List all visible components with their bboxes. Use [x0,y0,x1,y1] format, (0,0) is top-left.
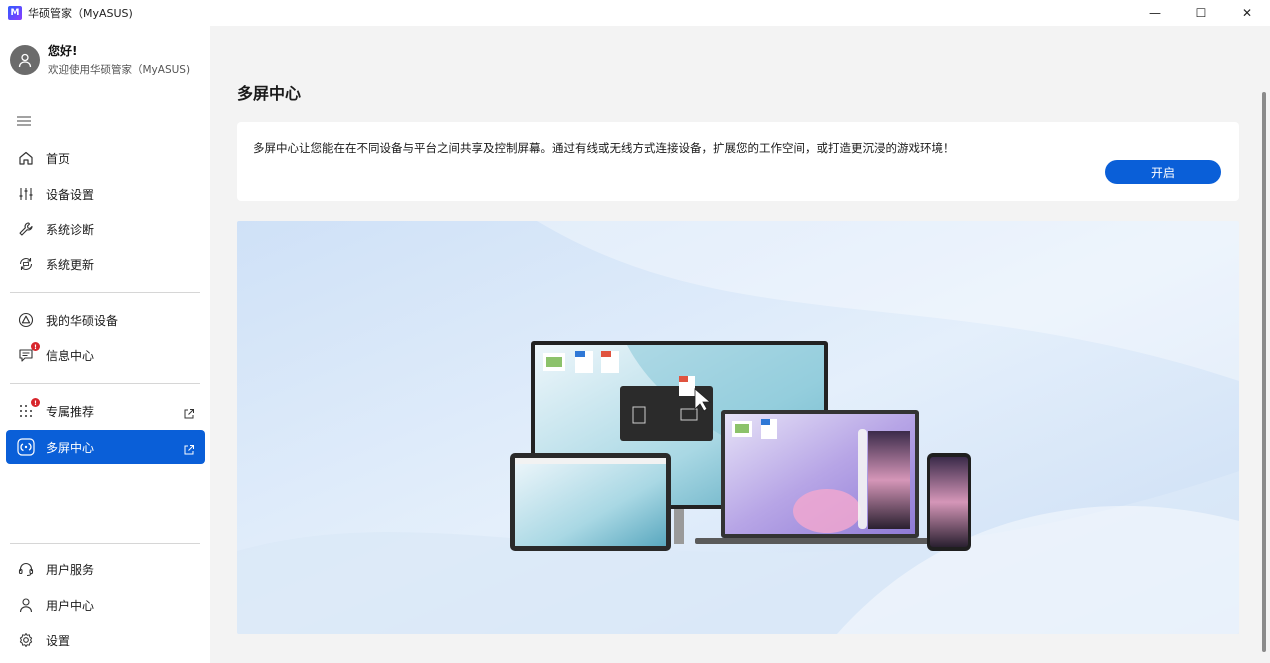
sidebar-item-label: 首页 [46,151,71,166]
sidebar-item-label: 设置 [46,633,71,648]
info-card: 多屏中心让您能在在不同设备与平台之间共享及控制屏幕。通过有线或无线方式连接设备，… [237,122,1239,201]
sidebar-item-label: 多屏中心 [46,440,95,455]
sidebar-item-label: 信息中心 [46,348,95,363]
multiscreen-icon [16,437,36,457]
window-controls: — ☐ ✕ [1132,0,1270,26]
hero-illustration [237,221,1239,634]
external-link-icon [183,441,195,455]
sidebar-item-settings[interactable]: 设置 [6,623,205,657]
sidebar-item-device-settings[interactable]: 设备设置 [6,177,205,211]
sidebar-item-user-center[interactable]: 用户中心 [6,588,205,622]
user-icon [16,595,36,615]
headset-icon [16,559,36,579]
sidebar-item-label: 用户服务 [46,562,95,577]
sidebar-item-system-update[interactable]: 系统更新 [6,247,205,281]
sidebar-divider [10,292,200,293]
welcome-text: 欢迎使用华硕管家（MyASUS) [48,64,191,76]
sliders-icon [16,184,36,204]
external-link-icon [183,405,195,419]
feature-description: 多屏中心让您能在在不同设备与平台之间共享及控制屏幕。通过有线或无线方式连接设备，… [253,141,955,155]
sidebar-divider [10,543,200,544]
sidebar-item-my-devices[interactable]: 我的华硕设备 [6,303,205,337]
notification-badge: ! [31,342,40,351]
profile[interactable]: 您好! 欢迎使用华硕管家（MyASUS) [10,42,190,77]
sidebar-item-diagnostics[interactable]: 系统诊断 [6,212,205,246]
sidebar-item-home[interactable]: 首页 [6,141,205,175]
message-icon: ! [16,342,40,365]
notification-badge: ! [31,398,40,407]
sidebar-item-label: 系统更新 [46,257,95,272]
sidebar-item-label: 设备设置 [46,187,95,202]
sidebar-item-label: 用户中心 [46,598,95,613]
gear-icon [16,630,36,650]
sidebar-item-message-center[interactable]: ! 信息中心 [6,338,205,372]
sidebar-item-label: 系统诊断 [46,222,95,237]
device-triangle-icon [16,310,36,330]
home-icon [16,148,36,168]
recommend-icon: ! [16,398,40,421]
maximize-button[interactable]: ☐ [1178,0,1224,26]
hamburger-menu-icon[interactable] [17,114,33,128]
scrollbar[interactable] [1262,92,1266,652]
sidebar-item-label: 我的华硕设备 [46,313,119,328]
sidebar-item-user-service[interactable]: 用户服务 [6,552,205,586]
title-bar: M 华硕管家（MyASUS) — ☐ ✕ [0,0,1270,26]
sidebar-item-label: 专属推荐 [46,404,95,419]
enable-button[interactable]: 开启 [1105,160,1221,184]
sidebar-divider [10,383,200,384]
page-title: 多屏中心 [237,84,302,103]
sidebar-item-recommendations[interactable]: ! 专属推荐 [6,394,205,428]
minimize-button[interactable]: — [1132,0,1178,26]
close-button[interactable]: ✕ [1224,0,1270,26]
main-content: 多屏中心 多屏中心让您能在在不同设备与平台之间共享及控制屏幕。通过有线或无线方式… [210,26,1270,663]
update-icon [16,254,36,274]
avatar-icon [10,44,40,75]
greeting-text: 您好! [48,44,78,58]
window-title: 华硕管家（MyASUS) [28,7,133,20]
sidebar-item-multiscreen[interactable]: 多屏中心 [6,430,205,464]
myasus-logo-icon: M [8,6,22,20]
sidebar: 您好! 欢迎使用华硕管家（MyASUS) 首页 设备设置 系统诊断 系统更新 我… [0,26,210,663]
wrench-icon [16,219,36,239]
